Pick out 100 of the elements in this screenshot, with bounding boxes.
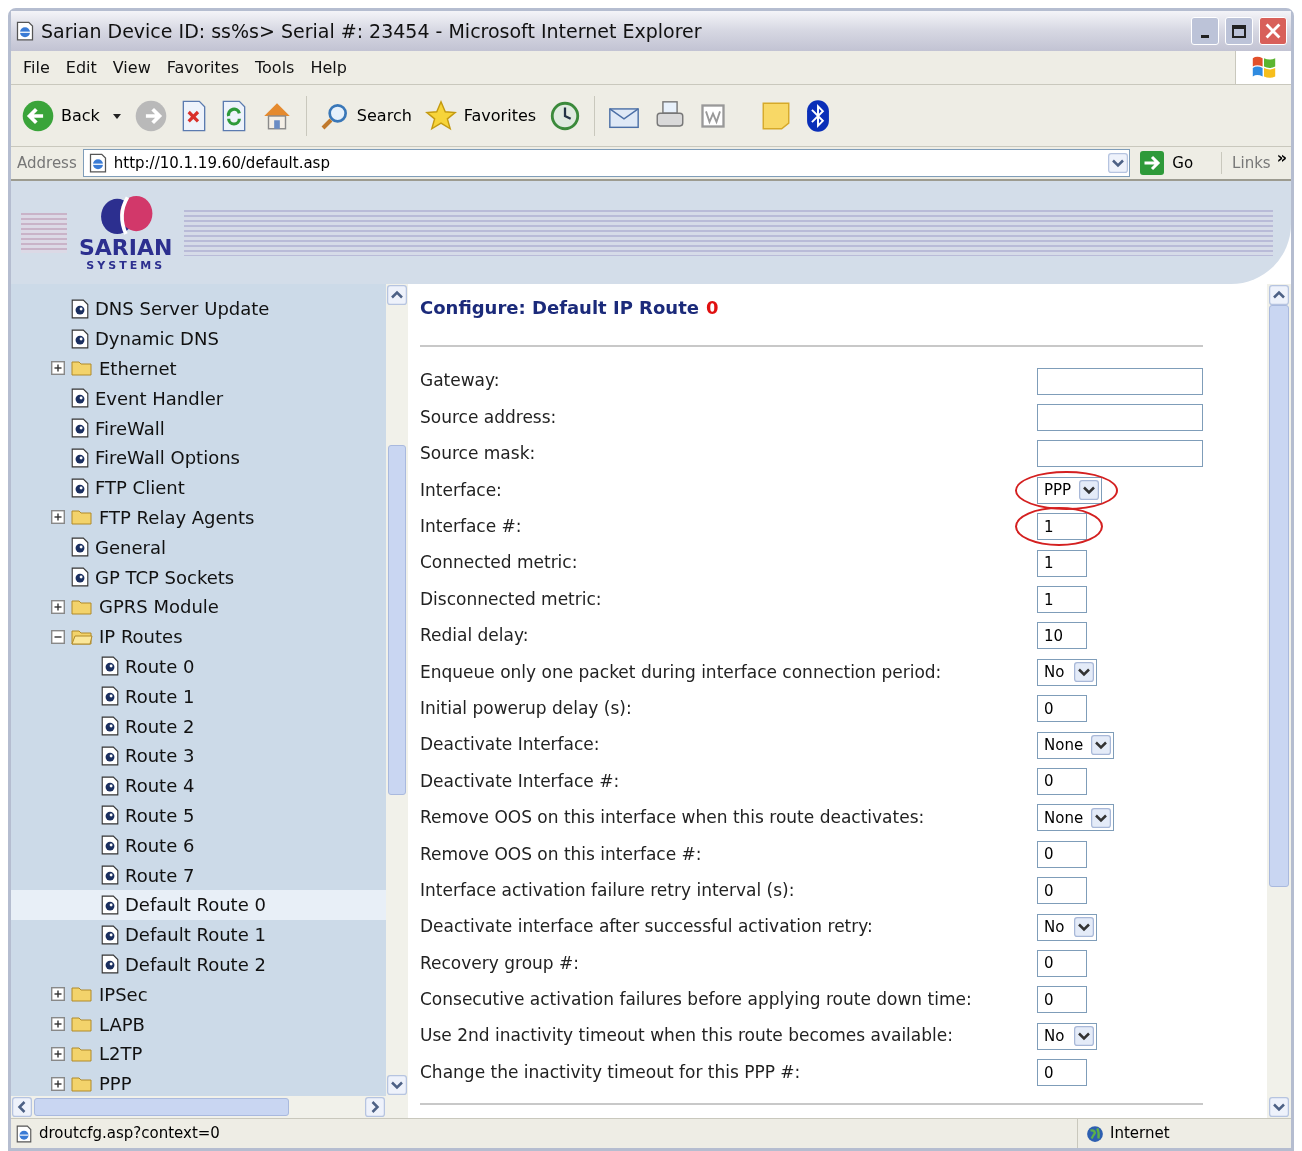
page-icon — [101, 835, 119, 856]
scroll-down-icon[interactable] — [1269, 1097, 1289, 1117]
scroll-thumb[interactable] — [34, 1098, 289, 1116]
favorites-button[interactable]: Favorites — [423, 98, 537, 133]
text-field[interactable] — [1037, 440, 1203, 468]
number-field[interactable]: 0 — [1037, 695, 1087, 723]
page-icon — [71, 567, 89, 588]
expand-icon[interactable] — [51, 1076, 65, 1091]
collapse-icon[interactable] — [51, 629, 65, 644]
tree-item[interactable]: DNS Server Update — [11, 294, 386, 324]
tree-item[interactable]: Default Route 0 — [11, 889, 386, 920]
tree-item[interactable]: LAPB — [11, 1009, 386, 1039]
scroll-thumb[interactable] — [1269, 305, 1289, 887]
tree-item[interactable]: GP TCP Sockets — [11, 562, 386, 592]
field-label: Deactivate interface after successful activation retry: — [420, 915, 873, 939]
tree-item[interactable]: FTP Relay Agents — [11, 502, 386, 533]
tree-item[interactable]: FireWall Options — [11, 443, 386, 473]
field-label: Interface #: — [420, 515, 522, 538]
tree-item[interactable]: Default Route 1 — [11, 919, 386, 950]
tree-item[interactable]: PPP — [11, 1068, 386, 1096]
expand-icon[interactable] — [51, 1046, 65, 1061]
tree-item[interactable]: Route 1 — [11, 681, 386, 712]
number-field[interactable]: 0 — [1037, 949, 1087, 977]
tree-item[interactable]: L2TP — [11, 1038, 386, 1069]
tree-item[interactable]: GPRS Module — [11, 591, 386, 622]
tree-item[interactable]: Route 5 — [11, 800, 386, 831]
tree-item[interactable]: Default Route 2 — [11, 949, 386, 980]
expand-icon[interactable] — [51, 361, 65, 376]
dropdown[interactable]: PPP — [1037, 476, 1103, 504]
vertical-scrollbar[interactable] — [1267, 284, 1291, 1118]
search-button[interactable]: Search — [318, 99, 412, 132]
expand-icon[interactable] — [51, 599, 65, 614]
field-label: Change the inactivity timeout for this PPP #: — [420, 1060, 801, 1084]
edit-icon[interactable] — [699, 101, 728, 130]
menu-item[interactable]: Edit — [59, 55, 103, 80]
scroll-up-icon[interactable] — [387, 285, 407, 305]
dropdown-icon[interactable] — [1108, 153, 1129, 173]
scroll-right-icon[interactable] — [365, 1097, 385, 1117]
tree-item[interactable]: Route 7 — [11, 860, 386, 890]
tree-item[interactable]: General — [11, 532, 386, 563]
tree-item[interactable]: IPSec — [11, 979, 386, 1010]
tree-item[interactable]: FireWall — [11, 413, 386, 443]
menu-item[interactable]: File — [17, 55, 56, 80]
tree-item[interactable]: FTP Client — [11, 472, 386, 503]
tree-item[interactable]: Dynamic DNS — [11, 323, 386, 354]
number-field[interactable]: 1 — [1037, 549, 1087, 577]
scroll-left-icon[interactable] — [12, 1097, 32, 1117]
number-field[interactable]: 0 — [1037, 986, 1087, 1014]
menu-item[interactable]: Tools — [249, 55, 301, 80]
tree-item[interactable]: Route 2 — [11, 711, 386, 741]
folder-icon — [71, 1044, 93, 1063]
scroll-down-icon[interactable] — [387, 1075, 407, 1095]
number-field[interactable]: 0 — [1037, 877, 1087, 905]
tree-item[interactable]: Route 3 — [11, 740, 386, 771]
page-icon — [101, 775, 119, 796]
vertical-scrollbar[interactable] — [386, 284, 408, 1096]
maximize-button[interactable] — [1225, 17, 1253, 45]
number-field[interactable]: 0 — [1037, 1059, 1087, 1087]
number-field[interactable]: 0 — [1037, 768, 1087, 795]
number-field[interactable]: 1 — [1037, 586, 1087, 614]
dropdown[interactable]: None — [1037, 731, 1115, 759]
links-label[interactable]: Links — [1221, 151, 1271, 175]
tree-item[interactable]: Event Handler — [11, 383, 386, 414]
number-field[interactable]: 1 — [1037, 513, 1087, 541]
tree-item[interactable]: Ethernet — [11, 353, 386, 384]
tree-item[interactable]: Route 4 — [11, 770, 386, 801]
field-label: Interface: — [420, 478, 502, 502]
number-field[interactable]: 10 — [1037, 622, 1087, 650]
menu-item[interactable]: Help — [304, 55, 353, 80]
page-icon — [101, 686, 119, 707]
text-field[interactable] — [1037, 367, 1203, 395]
menu-item[interactable]: Favorites — [160, 55, 245, 80]
expand-icon[interactable] — [51, 987, 65, 1002]
go-button[interactable]: Go — [1136, 151, 1198, 175]
dropdown[interactable]: No — [1037, 1022, 1097, 1050]
number-field[interactable]: 0 — [1037, 840, 1087, 868]
field-label: Remove OOS on this interface #: — [420, 842, 702, 866]
tree-item[interactable]: Route 0 — [11, 651, 386, 682]
expand-icon[interactable] — [51, 1017, 65, 1031]
dropdown[interactable]: No — [1037, 658, 1097, 686]
text-field[interactable] — [1037, 404, 1203, 432]
dropdown[interactable]: None — [1037, 804, 1115, 832]
folder-icon — [71, 1015, 93, 1033]
expand-icon[interactable] — [51, 510, 65, 525]
field-label: Use 2nd inactivity timeout when this route becomes available: — [420, 1024, 953, 1048]
scroll-up-icon[interactable] — [1269, 285, 1289, 305]
back-button[interactable]: Back — [21, 98, 100, 133]
close-button[interactable] — [1259, 17, 1287, 45]
scroll-thumb[interactable] — [388, 445, 406, 795]
minimize-button[interactable] — [1191, 17, 1219, 45]
bluetooth-icon[interactable] — [805, 98, 832, 133]
tree-item[interactable]: Route 6 — [11, 830, 386, 861]
tree-item[interactable]: IP Routes — [11, 621, 386, 652]
horizontal-scrollbar[interactable] — [11, 1096, 408, 1118]
field-label: Enqueue only one packet during interface connection period: — [420, 660, 942, 684]
field-label: Interface activation failure retry interval (s): — [420, 878, 795, 902]
more-chevron[interactable]: » — [1276, 146, 1291, 170]
address-field[interactable]: http://10.1.19.60/default.asp — [82, 149, 1131, 177]
dropdown[interactable]: No — [1037, 913, 1097, 941]
menu-item[interactable]: View — [106, 55, 157, 80]
